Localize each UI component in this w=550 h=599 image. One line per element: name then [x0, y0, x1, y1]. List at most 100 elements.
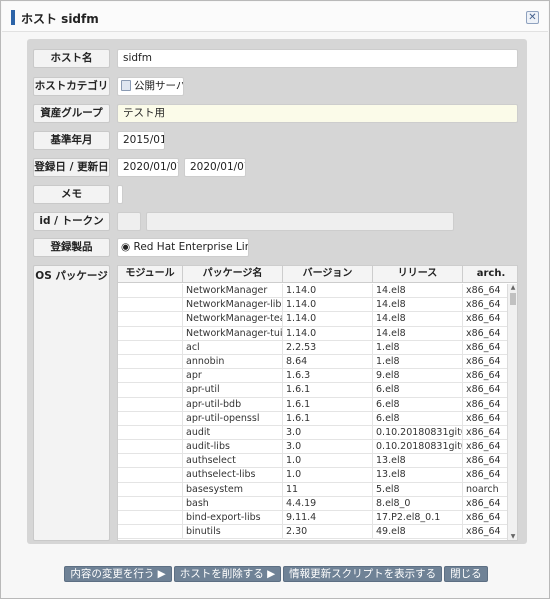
table-row[interactable]: authselect 1.0 13.el8 x86_64 — [118, 454, 508, 469]
cell-version: 3.0 — [283, 440, 373, 455]
base-month-field[interactable]: 2015/01 — [117, 131, 165, 150]
os-packages-table: モジュール パッケージ名 バージョン リリース arch. NetworkMan… — [117, 265, 518, 541]
registered-date-field[interactable]: 2020/01/07 — [117, 158, 179, 177]
cell-version: 2.2.53 — [283, 340, 373, 355]
cell-module — [118, 440, 183, 455]
cell-release: 0.10.20180831git00… — [373, 440, 463, 455]
memo-label: メモ — [33, 185, 110, 204]
col-arch[interactable]: arch. — [463, 266, 517, 283]
table-row[interactable]: bind-export-libs 9.11.4 17.P2.el8_0.1 x86_6… — [118, 511, 508, 526]
cell-arch: x86_64 — [463, 284, 508, 298]
cell-package-name: apr-util — [183, 383, 283, 398]
table-row[interactable]: binutils 2.30 49.el8 x86_64 — [118, 525, 508, 540]
id-field[interactable] — [117, 212, 141, 231]
cell-arch: x86_64 — [463, 369, 508, 384]
table-row[interactable]: apr-util 1.6.1 6.el8 x86_64 — [118, 383, 508, 398]
cell-version: 1.0 — [283, 468, 373, 483]
cell-version: 1.6.3 — [283, 369, 373, 384]
cell-release: 8.el8_0 — [373, 496, 463, 511]
cell-release: 14.el8 — [373, 326, 463, 341]
token-field[interactable] — [146, 212, 454, 231]
cell-package-name: binutils — [183, 525, 283, 540]
host-detail-panel: ホスト名 sidfm ホストカテゴリ 公開サーバ 資産グループ テスト用 基準年… — [27, 39, 527, 544]
scroll-down-icon[interactable]: ▼ — [508, 533, 517, 540]
cell-package-name: NetworkManager-libnm — [183, 298, 283, 313]
category-chip[interactable]: 公開サーバ — [117, 77, 184, 96]
cell-module — [118, 298, 183, 313]
cell-package-name: audit — [183, 425, 283, 440]
col-version[interactable]: バージョン — [283, 266, 373, 283]
cell-module — [118, 354, 183, 369]
category-label: ホストカテゴリ — [33, 77, 110, 96]
table-row[interactable]: apr-util-bdb 1.6.1 6.el8 x86_64 — [118, 397, 508, 412]
cell-package-name: bash — [183, 496, 283, 511]
asset-group-field[interactable]: テスト用 — [117, 104, 518, 123]
hostname-field[interactable]: sidfm — [117, 49, 518, 68]
close-icon[interactable]: ✕ — [526, 11, 539, 24]
memo-field[interactable] — [117, 185, 123, 204]
col-release[interactable]: リリース — [373, 266, 463, 283]
cell-version: 1.6.1 — [283, 397, 373, 412]
cell-version: 4.4.19 — [283, 496, 373, 511]
apply-changes-button[interactable]: 内容の変更を行う ▶ — [64, 566, 172, 582]
table-row[interactable]: authselect-libs 1.0 13.el8 x86_64 — [118, 468, 508, 483]
table-row[interactable]: NetworkManager 1.14.0 14.el8 x86_64 — [118, 284, 508, 299]
table-row[interactable]: audit-libs3.00.10.20180831git00…x86_64 — [118, 440, 508, 455]
cell-module — [118, 340, 183, 355]
cell-package-name: acl — [183, 340, 283, 355]
cell-version: 1.6.1 — [283, 411, 373, 426]
cell-module — [118, 425, 183, 440]
updated-date-field[interactable]: 2020/01/07 — [184, 158, 246, 177]
table-row[interactable]: NetworkManager-libnm1.14.014.el8x86_64 — [118, 298, 508, 313]
table-row[interactable]: NetworkManager-team1.14.014.el8x86_64 — [118, 312, 508, 327]
cell-release: 14.el8 — [373, 312, 463, 327]
cell-version: 1.14.0 — [283, 284, 373, 298]
server-icon — [121, 80, 131, 91]
cell-release: 0.10.20180831git00… — [373, 425, 463, 440]
cell-module — [118, 468, 183, 483]
close-button[interactable]: 閉じる — [444, 566, 488, 582]
show-update-script-button[interactable]: 情報更新スクリプトを表示する — [283, 566, 443, 582]
cell-module — [118, 383, 183, 398]
col-module[interactable]: モジュール — [118, 266, 183, 283]
table-body: NetworkManager 1.14.0 14.el8 x86_64 NetworkM… — [118, 284, 508, 540]
cell-arch: x86_64 — [463, 525, 508, 540]
cell-arch: x86_64 — [463, 496, 508, 511]
scroll-thumb[interactable] — [510, 293, 516, 305]
cell-package-name: NetworkManager-tui — [183, 326, 283, 341]
table-row[interactable]: apr-util-openssl 1.6.1 6.el8 x86_64 — [118, 411, 508, 426]
cell-arch: x86_64 — [463, 397, 508, 412]
product-chip[interactable]: ◉ Red Hat Enterprise Linux 8 — [117, 238, 249, 257]
cell-arch: x86_64 — [463, 411, 508, 426]
scroll-up-icon[interactable]: ▲ — [508, 284, 517, 292]
col-package-name[interactable]: パッケージ名 — [183, 266, 283, 283]
table-row[interactable]: NetworkManager-tui 1.14.0 14.el8 x86_64 — [118, 326, 508, 341]
table-row[interactable]: apr 1.6.3 9.el8 x86_64 — [118, 369, 508, 384]
cell-release: 6.el8 — [373, 397, 463, 412]
table-row[interactable]: bash 4.4.19 8.el8_0 x86_64 — [118, 496, 508, 511]
delete-host-button[interactable]: ホストを削除する ▶ — [173, 566, 282, 582]
cell-release: 1.el8 — [373, 354, 463, 369]
cell-arch: x86_64 — [463, 468, 508, 483]
cell-arch: x86_64 — [463, 354, 508, 369]
table-row[interactable]: annobin 8.64 1.el8 x86_64 — [118, 354, 508, 370]
cell-release: 6.el8 — [373, 411, 463, 426]
asset-group-label: 資産グループ — [33, 104, 110, 123]
cell-version: 3.0 — [283, 425, 373, 440]
cell-arch: x86_64 — [463, 440, 508, 455]
dates-label: 登録日 / 更新日 — [33, 158, 110, 177]
cell-package-name: audit-libs — [183, 440, 283, 455]
table-row[interactable]: basesystem 11 5.el8 noarch — [118, 482, 508, 497]
table-scrollbar[interactable]: ▲ ▼ — [507, 284, 517, 540]
title-accent-bar — [11, 10, 15, 25]
cell-release: 17.P2.el8_0.1 — [373, 511, 463, 525]
cell-arch: x86_64 — [463, 340, 508, 355]
cell-version: 11 — [283, 482, 373, 497]
cell-package-name: apr — [183, 369, 283, 384]
cell-package-name: NetworkManager-team — [183, 312, 283, 327]
id-token-label: id / トークン — [33, 212, 110, 231]
cell-arch: noarch — [463, 482, 508, 497]
cell-arch: x86_64 — [463, 511, 508, 525]
table-row[interactable]: audit3.00.10.20180831git00…x86_64 — [118, 425, 508, 441]
table-row[interactable]: acl 2.2.53 1.el8 x86_64 — [118, 340, 508, 355]
